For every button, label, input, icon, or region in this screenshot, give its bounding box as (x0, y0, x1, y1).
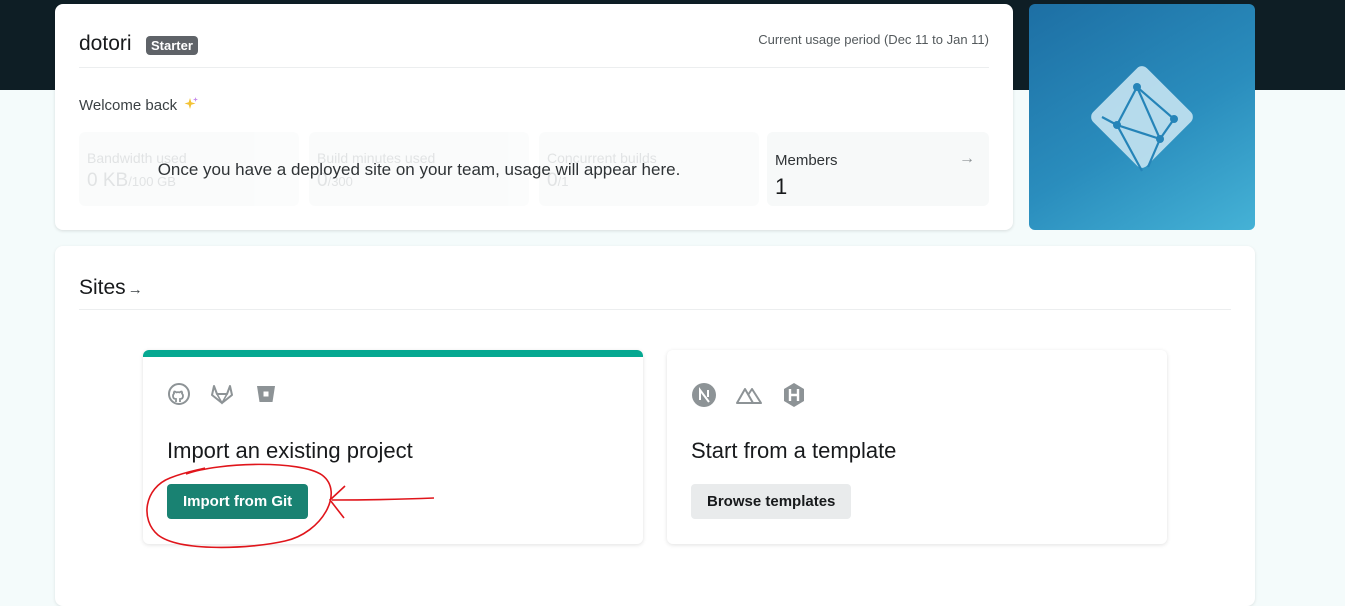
framework-icons (691, 382, 820, 407)
team-name[interactable]: dotori (79, 32, 132, 56)
arrow-right-icon: → (127, 281, 143, 298)
accent-bar (143, 350, 643, 357)
github-icon (167, 382, 191, 411)
team-overview-card: dotori Starter Current usage period (Dec… (55, 4, 1013, 230)
plan-badge: Starter (146, 36, 198, 55)
sites-card: Sites → Import an existing project Import… (55, 246, 1255, 606)
sites-header: Sites → (79, 276, 1231, 310)
nextjs-icon (691, 382, 717, 413)
bitbucket-icon (254, 382, 278, 411)
arrow-right-icon: → (959, 150, 975, 167)
netlify-logo-card (1029, 4, 1255, 230)
browse-templates-button[interactable]: Browse templates (691, 484, 852, 519)
welcome-message: Welcome back (79, 96, 199, 114)
members-label: Members (775, 152, 838, 169)
usage-empty-message: Once you have a deployed site on your te… (157, 160, 681, 179)
template-option-title: Start from a template (691, 438, 897, 463)
usage-stats: Bandwidth used 0 KB/100 GB Build minutes… (79, 132, 989, 206)
template-option: Start from a template Browse templates (667, 350, 1167, 544)
usage-period: Current usage period (Dec 11 to Jan 11) (758, 32, 989, 47)
netlify-logo-icon (1091, 66, 1193, 172)
nuxt-icon (735, 383, 763, 412)
import-from-git-button[interactable]: Import from Git (167, 484, 309, 519)
hugo-icon (782, 382, 806, 413)
import-option-title: Import an existing project (167, 438, 413, 463)
git-provider-icons (167, 382, 292, 406)
import-project-option: Import an existing project Import from G… (143, 350, 643, 544)
sparkles-icon (184, 97, 199, 109)
gitlab-icon (209, 382, 235, 411)
welcome-text: Welcome back (79, 97, 178, 114)
sites-title: Sites (79, 276, 126, 299)
members-count: 1 (775, 174, 788, 199)
members-stat-link[interactable]: Members → 1 (767, 132, 989, 206)
sites-title-link[interactable]: Sites → (79, 276, 1231, 300)
team-header: dotori Starter Current usage period (Dec… (79, 28, 989, 68)
